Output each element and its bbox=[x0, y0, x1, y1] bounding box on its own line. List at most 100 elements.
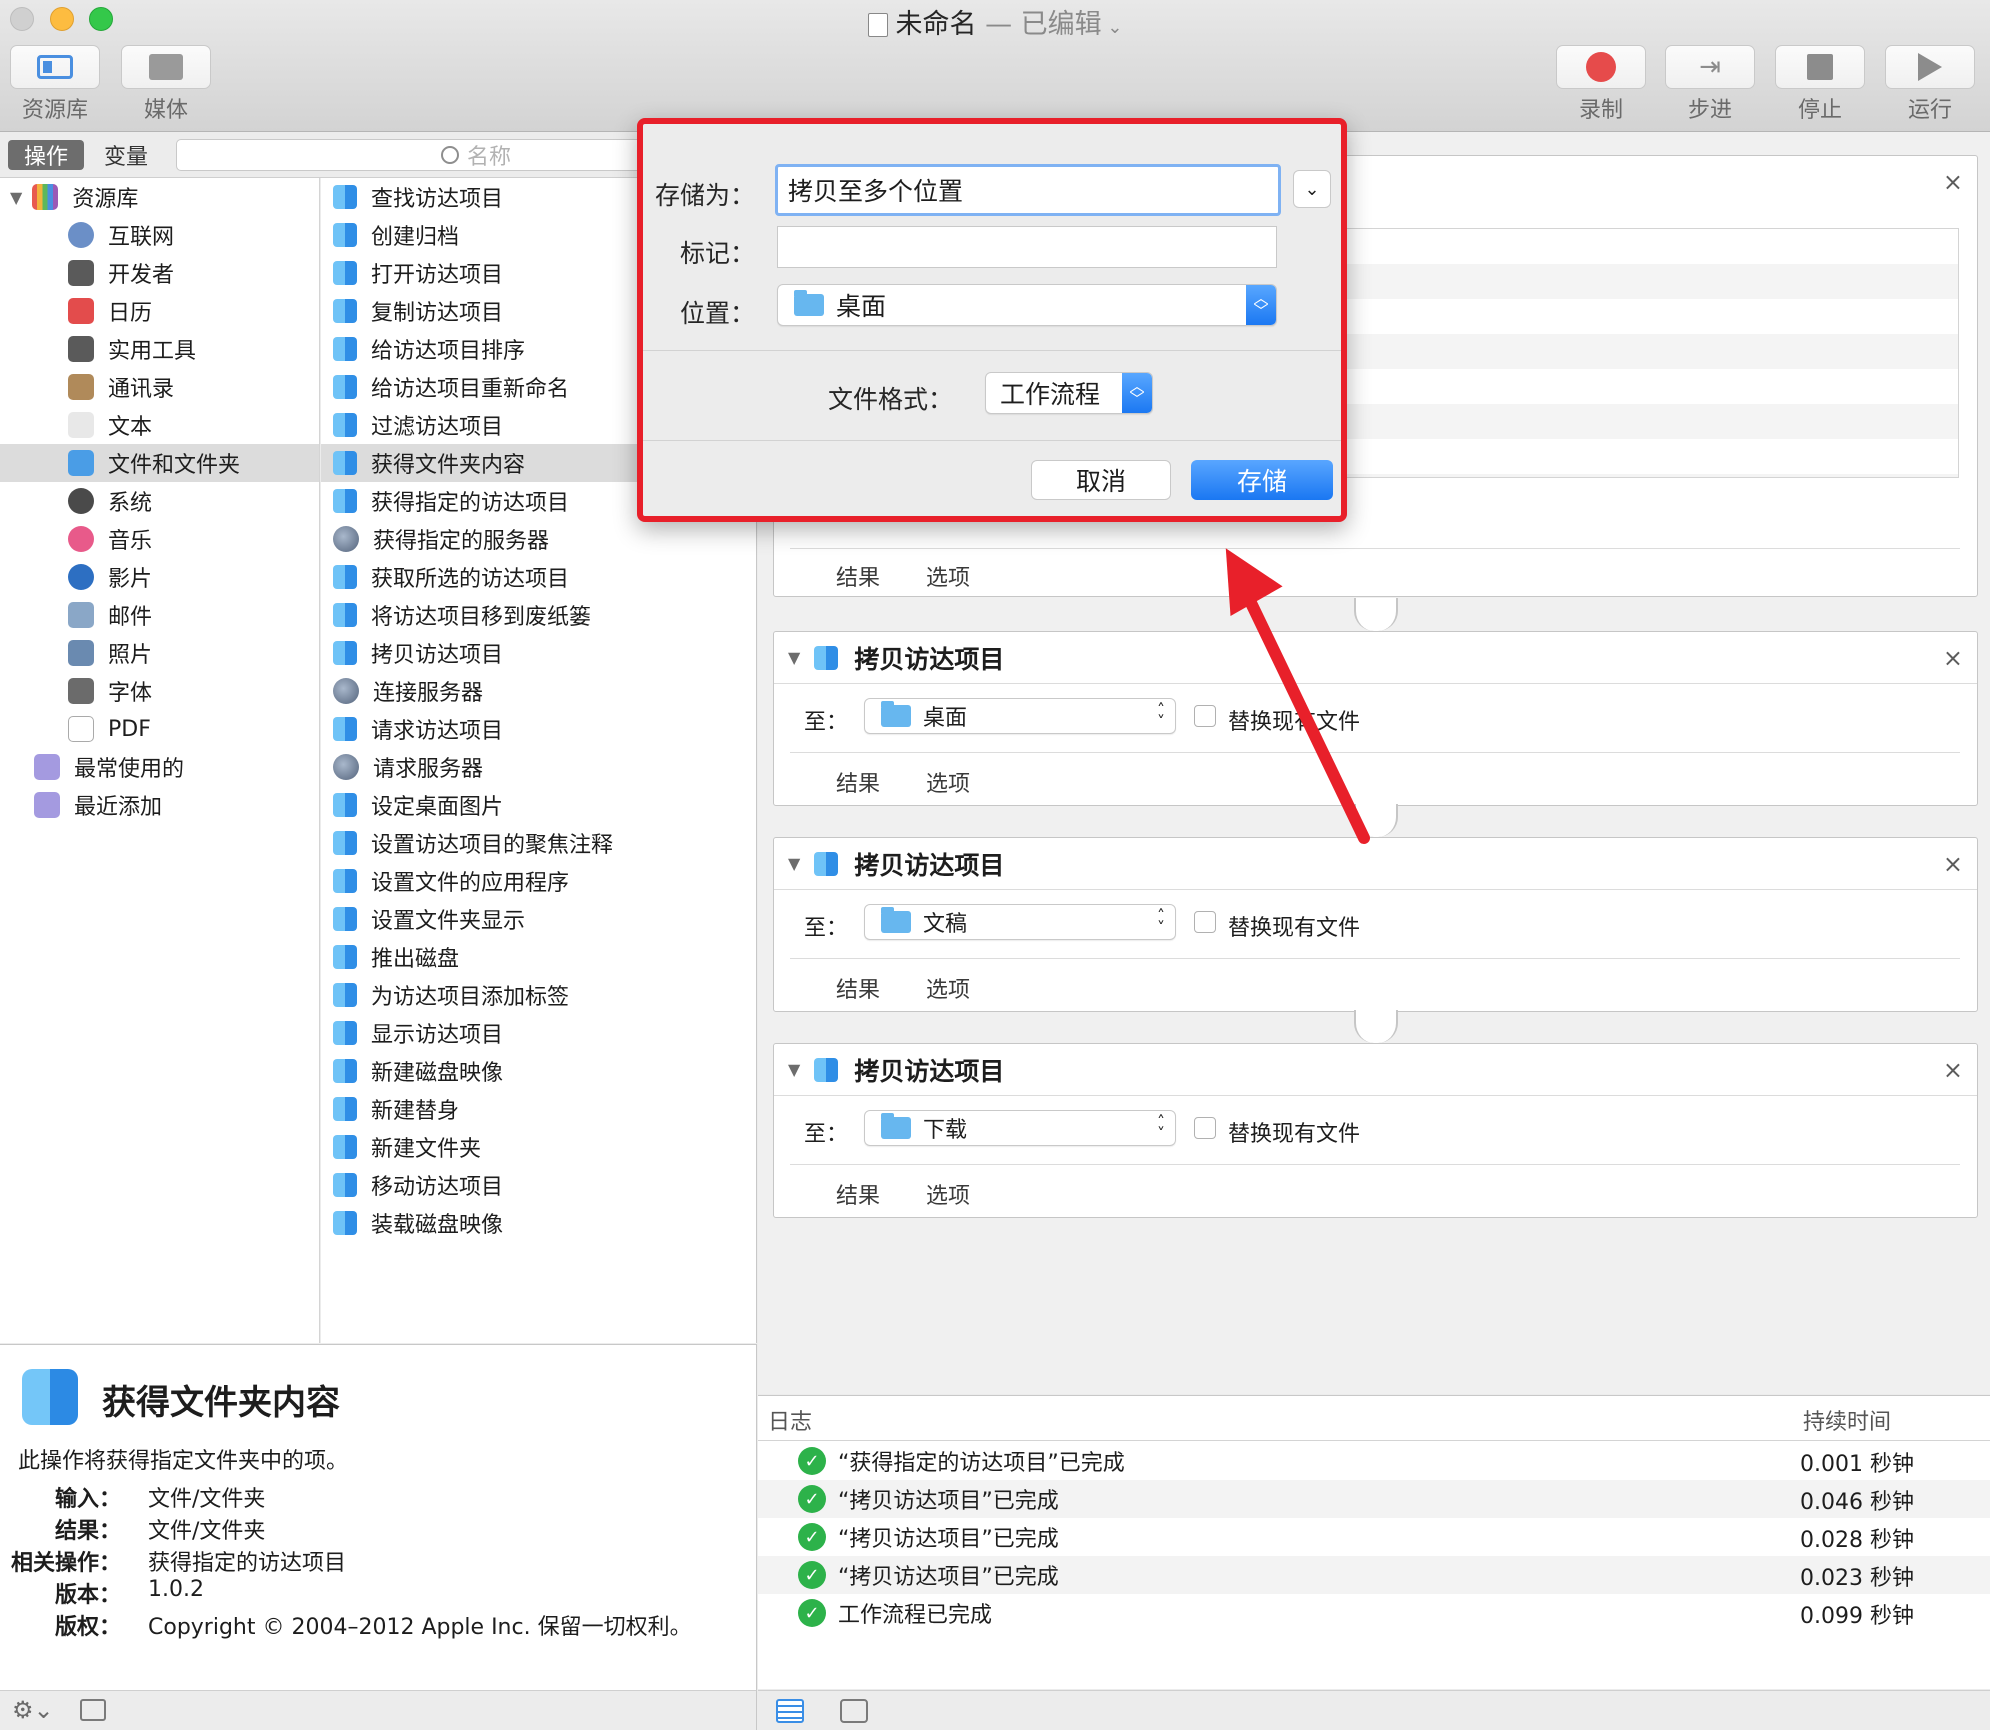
log-row: ✓ 工作流程已完成 0.099 秒钟 bbox=[758, 1594, 1990, 1632]
sidebar-item[interactable]: 文本 bbox=[0, 406, 319, 444]
action-description-panel: 获得文件夹内容 此操作将获得指定文件夹中的项。 输入： 文件/文件夹 结果： 文件/文… bbox=[0, 1344, 757, 1690]
replace-existing-checkbox[interactable] bbox=[1194, 1117, 1216, 1139]
sidebar-item[interactable]: 日历 bbox=[0, 292, 319, 330]
media-button[interactable] bbox=[121, 45, 211, 89]
action-list-item[interactable]: 连接服务器 bbox=[321, 672, 756, 710]
sidebar-item[interactable]: 通讯录 bbox=[0, 368, 319, 406]
tab-options[interactable]: 选项 bbox=[926, 766, 970, 798]
action-list-item[interactable]: 请求服务器 bbox=[321, 748, 756, 786]
window-title: 未命名 — 已编辑 ⌄ bbox=[0, 2, 1990, 41]
sidebar-item[interactable]: 字体 bbox=[0, 672, 319, 710]
close-icon[interactable]: × bbox=[1943, 644, 1963, 672]
description-title: 获得文件夹内容 bbox=[102, 1383, 340, 1423]
sidebar-item-recently-added[interactable]: 最近添加 bbox=[0, 786, 319, 824]
action-list-item[interactable]: 获取所选的访达项目 bbox=[321, 558, 756, 596]
destination-popup[interactable]: 桌面 ˄ ˅ bbox=[864, 698, 1176, 734]
sidebar-item[interactable]: 互联网 bbox=[0, 216, 319, 254]
expand-dialog-button[interactable]: ⌄ bbox=[1293, 170, 1331, 208]
action-label: 给访达项目排序 bbox=[371, 339, 526, 364]
close-icon[interactable]: × bbox=[1943, 168, 1963, 196]
tab-options[interactable]: 选项 bbox=[926, 1178, 970, 1210]
disclosure-triangle-icon[interactable]: ▼ bbox=[10, 188, 22, 207]
action-list-item[interactable]: 设置文件夹显示 bbox=[321, 900, 756, 938]
save-as-field[interactable]: 拷贝至多个位置 bbox=[775, 164, 1281, 216]
library-root[interactable]: ▼ 资源库 bbox=[0, 178, 319, 216]
action-list-item[interactable]: 设置访达项目的聚焦注释 bbox=[321, 824, 756, 862]
finder-icon bbox=[333, 1135, 357, 1159]
internet-icon bbox=[68, 222, 94, 248]
folder-icon bbox=[881, 907, 911, 933]
sidebar-item[interactable]: 邮件 bbox=[0, 596, 319, 634]
tab-results[interactable]: 结果 bbox=[836, 972, 880, 1004]
sidebar-item[interactable]: 系统 bbox=[0, 482, 319, 520]
destination-popup[interactable]: 文稿 ˄ ˅ bbox=[864, 904, 1176, 940]
sidebar-item[interactable]: 实用工具 bbox=[0, 330, 319, 368]
tab-options[interactable]: 选项 bbox=[926, 560, 970, 592]
movies-icon bbox=[68, 564, 94, 590]
disclosure-triangle-icon[interactable]: ▼ bbox=[788, 648, 800, 667]
record-icon bbox=[1586, 52, 1616, 82]
action-list-item[interactable]: 拷贝访达项目 bbox=[321, 634, 756, 672]
library-button[interactable] bbox=[10, 45, 100, 89]
action-list-item[interactable]: 设定桌面图片 bbox=[321, 786, 756, 824]
action-list-item[interactable]: 为访达项目添加标签 bbox=[321, 976, 756, 1014]
action-list-item[interactable]: 设置文件的应用程序 bbox=[321, 862, 756, 900]
sidebar-item[interactable]: 开发者 bbox=[0, 254, 319, 292]
disclosure-triangle-icon[interactable]: ▼ bbox=[788, 854, 800, 873]
column-view-icon[interactable] bbox=[840, 1699, 868, 1723]
sidebar-item-most-used[interactable]: 最常使用的 bbox=[0, 748, 319, 786]
action-list-item[interactable]: 显示访达项目 bbox=[321, 1014, 756, 1052]
stop-button-label: 停止 bbox=[1797, 98, 1842, 123]
replace-existing-checkbox[interactable] bbox=[1194, 911, 1216, 933]
sidebar-item[interactable]: 影片 bbox=[0, 558, 319, 596]
tab-actions[interactable]: 操作 bbox=[8, 140, 84, 170]
destination-popup[interactable]: 下载 ˄ ˅ bbox=[864, 1110, 1176, 1146]
action-list-item[interactable]: 新建磁盘映像 bbox=[321, 1052, 756, 1090]
tab-variables[interactable]: 变量 bbox=[88, 140, 164, 170]
location-popup[interactable]: 桌面 ︿ ﹀ bbox=[777, 284, 1277, 326]
run-button[interactable] bbox=[1885, 45, 1975, 89]
sidebar-item[interactable]: 文件和文件夹 bbox=[0, 444, 319, 482]
list-view-icon[interactable] bbox=[776, 1699, 804, 1723]
utilities-icon bbox=[68, 336, 94, 362]
chevron-down-icon[interactable]: ⌄ bbox=[1102, 17, 1122, 38]
action-list-item[interactable]: 装载磁盘映像 bbox=[321, 1204, 756, 1242]
format-value: 工作流程 bbox=[1000, 380, 1101, 409]
run-icon bbox=[1918, 53, 1942, 81]
action-list-item[interactable]: 新建文件夹 bbox=[321, 1128, 756, 1166]
tab-options[interactable]: 选项 bbox=[926, 972, 970, 1004]
sidebar-item[interactable]: 照片 bbox=[0, 634, 319, 672]
finder-icon bbox=[68, 450, 94, 476]
tab-results[interactable]: 结果 bbox=[836, 1178, 880, 1210]
tab-results[interactable]: 结果 bbox=[836, 560, 880, 592]
action-list-item[interactable]: 请求访达项目 bbox=[321, 710, 756, 748]
stop-button[interactable] bbox=[1775, 45, 1865, 89]
format-popup[interactable]: 工作流程 ︿ ﹀ bbox=[985, 372, 1153, 414]
record-button[interactable] bbox=[1556, 45, 1646, 89]
log-bottom-bar bbox=[758, 1690, 1990, 1730]
close-icon[interactable]: × bbox=[1943, 850, 1963, 878]
action-list-item[interactable]: 新建替身 bbox=[321, 1090, 756, 1128]
close-icon[interactable]: × bbox=[1943, 1056, 1963, 1084]
tab-results[interactable]: 结果 bbox=[836, 766, 880, 798]
action-list-item[interactable]: 推出磁盘 bbox=[321, 938, 756, 976]
cancel-button[interactable]: 取消 bbox=[1031, 460, 1171, 500]
gear-icon[interactable]: ⚙︎⌄ bbox=[12, 1696, 54, 1724]
action-label: 移动访达项目 bbox=[371, 1175, 504, 1200]
sidebar-item[interactable]: PDF bbox=[0, 710, 319, 748]
photos-icon bbox=[68, 640, 94, 666]
log-header: 日志 bbox=[768, 1410, 813, 1435]
action-list-item[interactable]: 将访达项目移到废纸篓 bbox=[321, 596, 756, 634]
action-list-item[interactable]: 移动访达项目 bbox=[321, 1166, 756, 1204]
action-label: 请求访达项目 bbox=[371, 719, 504, 744]
step-button[interactable]: ⇥ bbox=[1665, 45, 1755, 89]
toggle-description-icon[interactable] bbox=[80, 1699, 106, 1721]
action-label: 连接服务器 bbox=[373, 681, 484, 706]
tags-field[interactable] bbox=[777, 226, 1277, 268]
disclosure-triangle-icon[interactable]: ▼ bbox=[788, 1060, 800, 1079]
save-button[interactable]: 存储 bbox=[1191, 460, 1333, 500]
action-list-item[interactable]: 获得指定的服务器 bbox=[321, 520, 756, 558]
sidebar-item[interactable]: 音乐 bbox=[0, 520, 319, 558]
window-title-text: 未命名 bbox=[895, 9, 977, 40]
annotation-arrow bbox=[1225, 548, 1370, 844]
